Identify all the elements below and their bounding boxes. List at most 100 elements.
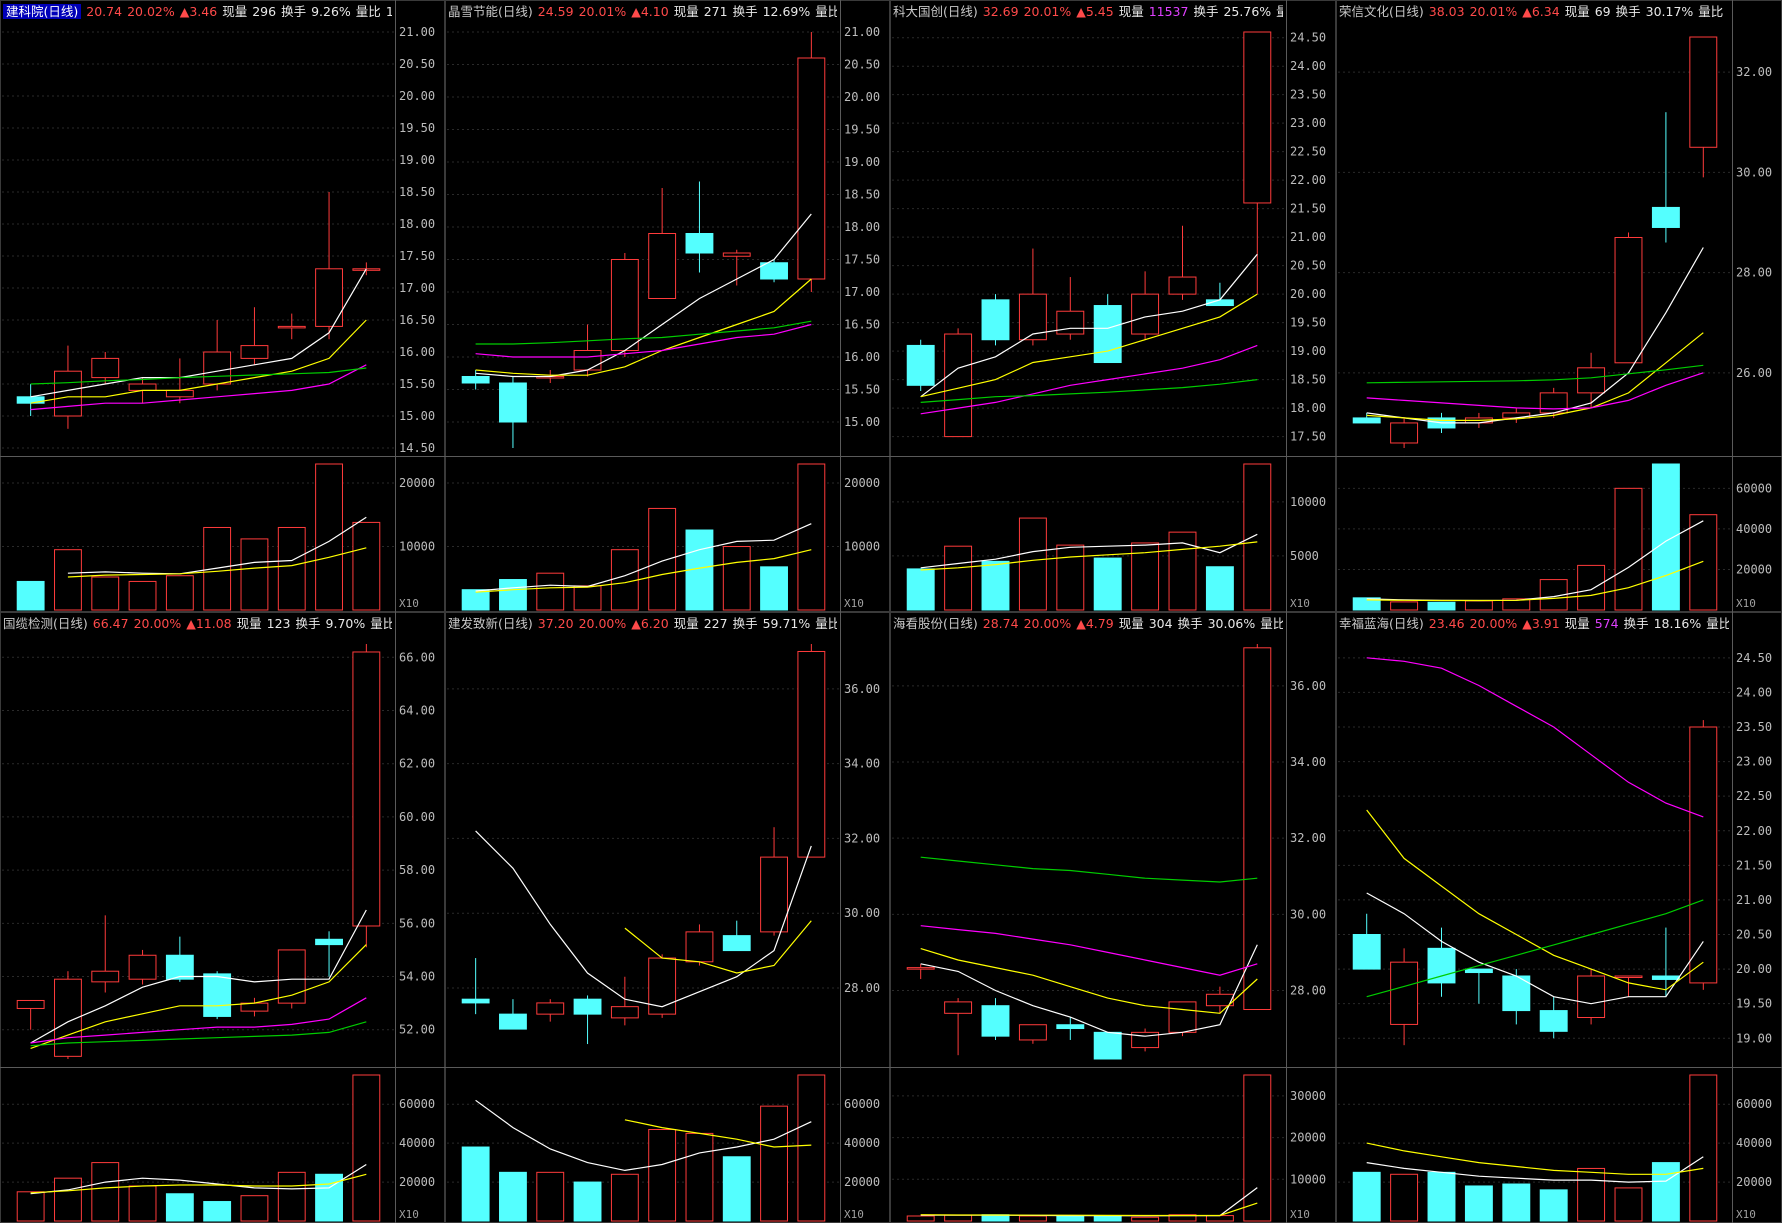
change-percent: 20.02% [127,4,175,19]
price-tick-label: 16.50 [844,318,880,332]
panel-header: 国缆检测(日线)66.4720.00%▲11.08现量123换手9.70%量比4… [3,613,392,635]
turnover-value: 12.69% [762,4,811,19]
volume-now-value: 11537 [1148,4,1189,19]
volume-bar-up [165,575,194,611]
candle-body-down [573,998,602,1015]
candle-body-down [499,382,527,423]
price-tick-label: 16.00 [399,345,435,359]
volume-bar-up [722,546,751,611]
volume-tick-label: 60000 [1736,1097,1772,1111]
volume-bar-up [277,526,306,611]
price-ma-line [920,925,1258,976]
volume-ma-line [920,1187,1258,1217]
volume-now-value: 271 [703,4,728,19]
price-tick-label: 19.50 [399,121,435,135]
panel-2[interactable]: 17.50 18.00 18.50 19.00 19.50 20.00 20.50 21.00… [890,0,1336,612]
panel-7[interactable]: 19.00 19.50 20.00 20.50 21.00 21.50 22.00 22.50… [1336,612,1782,1223]
price-tick-label: 36.00 [1290,679,1326,693]
candle-body-up [906,967,935,970]
candle-body-up [1018,1024,1047,1041]
candle-body-up [240,345,269,359]
stock-name: 建科院(日线) [3,4,82,19]
change-percent: 20.01% [578,4,627,19]
volume-tick-label: 10000 [399,540,435,554]
change-amount: ▲11.08 [186,616,232,631]
price-tick-label: 17.00 [844,285,880,299]
candle-body-up [1577,367,1606,394]
panel-1[interactable]: 15.00 15.50 16.00 16.50 17.00 17.50 18.00 18.50… [445,0,890,612]
price-ma-line [1366,372,1704,410]
price-tick-label: 18.00 [399,217,435,231]
volume-tick-label: 60000 [1736,481,1772,495]
candle-body-up [16,999,45,1009]
volume-bar-up [91,576,120,611]
stock-name: 科大国创(日线) [893,4,978,19]
change-amount: ▲4.10 [631,4,669,19]
volume-tick-label: 5000 [1290,549,1319,563]
stock-name: 荣信文化(日线) [1339,4,1424,19]
volume-ratio-label: 量比 [370,616,392,631]
candle-body-up [1390,961,1419,1025]
volume-tick-label: 40000 [844,1136,880,1150]
volume-bar-up [128,1185,157,1222]
turnover-value: 25.76% [1223,4,1272,19]
price-tick-label: 30.00 [844,906,880,920]
panel-4[interactable]: 52.00 54.00 56.00 58.00 60.00 62.00 64.00 66.00… [0,612,445,1223]
volume-unit-label: X10 [399,1208,419,1221]
volume-bar-up [1464,600,1493,611]
volume-bar-down [573,1181,602,1222]
volume-bar-down [165,1193,194,1222]
volume-now-label: 现量 [1564,4,1590,19]
panel-header: 幸福蓝海(日线)23.4620.00%▲3.91现量574换手18.16%量比4… [1339,613,1729,635]
price-tick-label: 19.00 [1736,1031,1772,1045]
volume-bar-down [1651,1162,1680,1222]
price-tick-label: 64.00 [399,704,435,718]
volume-tick-label: 60000 [399,1097,435,1111]
volume-bar-down [1352,1171,1381,1222]
volume-bar-down [1093,1215,1122,1222]
price-tick-label: 30.00 [1290,907,1326,921]
volume-now-label: 现量 [1118,616,1144,631]
volume-tick-label: 20000 [844,476,880,490]
candle-body-up [797,650,826,858]
price-tick-label: 21.00 [399,25,435,39]
candle-body-up [610,1006,639,1019]
volume-tick-label: 40000 [1736,522,1772,536]
candle-body-down [1093,305,1122,364]
price-tick-label: 16.00 [844,350,880,364]
price-tick-label: 15.50 [844,383,880,397]
turnover-label: 换手 [1615,4,1641,19]
candle-body-up [1168,276,1197,295]
price-tick-label: 32.00 [844,831,880,845]
volume-bar-up [91,1162,120,1222]
price-tick-label: 28.00 [1736,266,1772,280]
volume-tick-label: 20000 [399,476,435,490]
price-tick-label: 21.00 [1290,230,1326,244]
volume-ratio-label: 量比 [1706,616,1729,631]
price-tick-label: 19.50 [844,123,880,137]
last-price: 28.74 [982,616,1019,631]
volume-bar-up [1018,1215,1047,1222]
volume-bar-up [352,1074,381,1222]
turnover-label: 换手 [1623,616,1649,631]
change-amount: ▲6.34 [1522,4,1560,19]
volume-bar-up [1689,514,1718,611]
price-tick-label: 34.00 [844,757,880,771]
panel-0[interactable]: 14.50 15.00 15.50 16.00 16.50 17.00 17.50 18.00… [0,0,445,612]
price-tick-label: 60.00 [399,810,435,824]
price-tick-label: 21.50 [1736,858,1772,872]
volume-bar-up [1577,1167,1606,1222]
volume-bar-up [648,507,677,611]
volume-bar-up [128,580,157,611]
chart-grid: 14.50 15.00 15.50 16.00 16.50 17.00 17.50 18.00… [0,0,1782,1223]
panel-6[interactable]: 28.00 30.00 32.00 34.00 36.00 10000 20000 30000… [890,612,1336,1223]
volume-bar-up [1243,463,1272,611]
price-tick-label: 17.50 [1290,430,1326,444]
price-tick-label: 19.50 [1290,316,1326,330]
panel-5[interactable]: 28.00 30.00 32.00 34.00 36.00 20000 40000 60000… [445,612,890,1223]
panel-3[interactable]: 26.00 28.00 30.00 32.00 20000 40000 60000 X10 [1336,0,1782,612]
volume-bar-up [944,1214,973,1222]
volume-bar-up [54,549,82,611]
last-price: 20.74 [86,4,123,19]
price-tick-label: 20.00 [1736,962,1772,976]
